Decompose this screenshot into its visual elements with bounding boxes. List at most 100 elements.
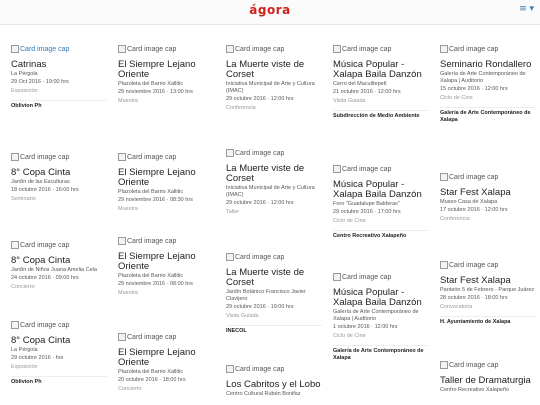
card-image-alt-text: Card image cap <box>127 333 177 341</box>
card-title[interactable]: El Siempre Lejano Oriente <box>118 348 214 368</box>
card-category: Ciclo de Cine <box>333 333 366 339</box>
event-card[interactable]: Card image cap El Siempre Lejano Oriente P… <box>118 236 214 296</box>
card-title[interactable]: Música Popular - Xalapa Baila Danzón <box>333 180 429 200</box>
event-card[interactable]: Card image cap Música Popular - Xalapa Ba… <box>333 164 429 240</box>
card-title[interactable]: Los Cabritos y el Lobo <box>226 380 322 390</box>
card-image-placeholder[interactable]: Card image cap <box>11 44 107 54</box>
card-title[interactable]: 8° Copa Cinta <box>11 256 107 266</box>
card-image-placeholder[interactable]: Card image cap <box>440 172 536 182</box>
card-image-alt-text: Card image cap <box>342 273 392 281</box>
event-card[interactable]: Card image cap La Muerte viste de Corset J… <box>226 252 322 335</box>
broken-image-icon <box>333 273 341 281</box>
card-category: Muestra <box>118 98 138 104</box>
event-card[interactable]: Card image cap Taller de Dramaturgia Centr… <box>440 360 536 394</box>
card-category: Seminario <box>11 196 36 202</box>
card-venue: Jardín Botánico Francisco Javier Clavije… <box>226 289 306 302</box>
card-title[interactable]: Catrinas <box>11 60 107 70</box>
event-card[interactable]: Card image cap El Siempre Lejano Oriente P… <box>118 152 214 212</box>
card-date: 29 octubre 2016 · 17:00 hrs <box>333 209 401 215</box>
card-image-placeholder[interactable]: Card image cap <box>226 252 322 262</box>
event-card[interactable]: Card image cap 8° Copa Cinta Jardín de Niñ… <box>11 240 107 290</box>
menu-toggle-icon[interactable]: ≡ ▾ <box>519 4 534 14</box>
card-title[interactable]: La Muerte viste de Corset <box>226 164 322 184</box>
card-image-alt-text: Card image cap <box>127 153 177 161</box>
card-organizer: INECOL <box>226 325 322 335</box>
card-image-placeholder[interactable]: Card image cap <box>11 240 107 250</box>
card-organizer: Galería de Arte Contemporáneo de Xalapa <box>333 345 429 362</box>
card-image-placeholder[interactable]: Card image cap <box>118 44 214 54</box>
card-venue: Centro Cultural Rubén Bonifaz <box>226 391 301 397</box>
card-image-alt-text: Card image cap <box>20 45 70 53</box>
event-card[interactable]: Card image cap Música Popular - Xalapa Ba… <box>333 272 429 362</box>
card-image-placeholder[interactable]: Card image cap <box>440 260 536 270</box>
event-card[interactable]: Card image cap Catrinas La Pérgola 29 Oct 2… <box>11 44 107 110</box>
card-image-placeholder[interactable]: Card image cap <box>226 44 322 54</box>
card-title[interactable]: Star Fest Xalapa <box>440 276 536 286</box>
card-category: Visita Guiada <box>226 313 259 319</box>
broken-image-icon <box>440 361 448 369</box>
card-image-placeholder[interactable]: Card image cap <box>226 148 322 158</box>
card-image-placeholder[interactable]: Card image cap <box>118 332 214 342</box>
broken-image-icon <box>118 237 126 245</box>
card-image-placeholder[interactable]: Card image cap <box>11 152 107 162</box>
card-title[interactable]: La Muerte viste de Corset <box>226 60 322 80</box>
card-date: 29 Oct 2016 · 19:00 hrs <box>11 79 69 85</box>
broken-image-icon <box>440 173 448 181</box>
card-venue: Iniciativa Municipal de Arte y Cultura (… <box>226 185 315 198</box>
card-organizer: Oblivion Ph <box>11 100 107 110</box>
card-image-placeholder[interactable]: Card image cap <box>11 320 107 330</box>
event-card[interactable]: Card image cap El Siempre Lejano Oriente P… <box>118 332 214 392</box>
card-image-placeholder[interactable]: Card image cap <box>333 164 429 174</box>
event-card[interactable]: Card image cap Seminario Rondallero Galerí… <box>440 44 536 124</box>
card-title[interactable]: Música Popular - Xalapa Baila Danzón <box>333 288 429 308</box>
event-card[interactable]: Card image cap La Muerte viste de Corset I… <box>226 44 322 111</box>
card-image-alt-text: Card image cap <box>235 45 285 53</box>
broken-image-icon <box>118 45 126 53</box>
card-category: Concierto <box>11 284 35 290</box>
card-organizer: Galería de Arte Contemporáneo de Xalapa <box>440 107 536 124</box>
card-category: Conferencia <box>226 105 256 111</box>
event-card[interactable]: Card image cap Los Cabritos y el Lobo Cent… <box>226 364 322 398</box>
event-card[interactable]: Card image cap 8° Copa Cinta La Pérgola 29 … <box>11 320 107 386</box>
broken-image-icon <box>226 149 234 157</box>
broken-image-icon <box>226 365 234 373</box>
card-image-placeholder[interactable]: Card image cap <box>440 360 536 370</box>
card-image-placeholder[interactable]: Card image cap <box>226 364 322 374</box>
event-card[interactable]: Card image cap Música Popular - Xalapa Ba… <box>333 44 429 120</box>
card-title[interactable]: Taller de Dramaturgia <box>440 376 536 386</box>
card-image-placeholder[interactable]: Card image cap <box>333 44 429 54</box>
card-title[interactable]: La Muerte viste de Corset <box>226 268 322 288</box>
card-title[interactable]: El Siempre Lejano Oriente <box>118 252 214 272</box>
card-venue: Iniciativa Municipal de Arte y Cultura (… <box>226 81 315 94</box>
card-venue: Galería de Arte Contemporáneo de Xalapa … <box>333 309 419 322</box>
card-category: Taller <box>226 209 240 215</box>
card-image-placeholder[interactable]: Card image cap <box>118 236 214 246</box>
card-image-placeholder[interactable]: Card image cap <box>118 152 214 162</box>
card-title[interactable]: El Siempre Lejano Oriente <box>118 168 214 188</box>
event-card[interactable]: Card image cap El Siempre Lejano Oriente P… <box>118 44 214 104</box>
card-image-placeholder[interactable]: Card image cap <box>333 272 429 282</box>
card-image-alt-text: Card image cap <box>235 149 285 157</box>
event-card[interactable]: Card image cap 8° Copa Cinta Jardín de las… <box>11 152 107 202</box>
card-image-alt-text: Card image cap <box>235 365 285 373</box>
agora-logo[interactable]: ágora <box>0 3 540 17</box>
broken-image-icon <box>226 253 234 261</box>
card-title[interactable]: 8° Copa Cinta <box>11 168 107 178</box>
card-image-alt-text: Card image cap <box>342 45 392 53</box>
card-category: Conferencia <box>440 216 470 222</box>
card-image-placeholder[interactable]: Card image cap <box>440 44 536 54</box>
card-title[interactable]: El Siempre Lejano Oriente <box>118 60 214 80</box>
event-card[interactable]: Card image cap La Muerte viste de Corset I… <box>226 148 322 215</box>
card-date: 29 noviembre 2016 · 08:00 hrs <box>118 281 193 287</box>
card-title[interactable]: Star Fest Xalapa <box>440 188 536 198</box>
card-category: Convocatoria <box>440 304 473 310</box>
event-card[interactable]: Card image cap Star Fest Xalapa Museo Casa… <box>440 172 536 222</box>
broken-image-icon <box>440 45 448 53</box>
card-title[interactable]: Seminario Rondallero <box>440 60 536 70</box>
card-category: Exposición <box>11 88 38 94</box>
event-card[interactable]: Card image cap Star Fest Xalapa Panteón 5 … <box>440 260 536 326</box>
broken-image-icon <box>333 45 341 53</box>
card-venue: Galería de Arte Contemporáneo de Xalapa … <box>440 71 526 84</box>
card-title[interactable]: 8° Copa Cinta <box>11 336 107 346</box>
card-title[interactable]: Música Popular - Xalapa Baila Danzón <box>333 60 429 80</box>
